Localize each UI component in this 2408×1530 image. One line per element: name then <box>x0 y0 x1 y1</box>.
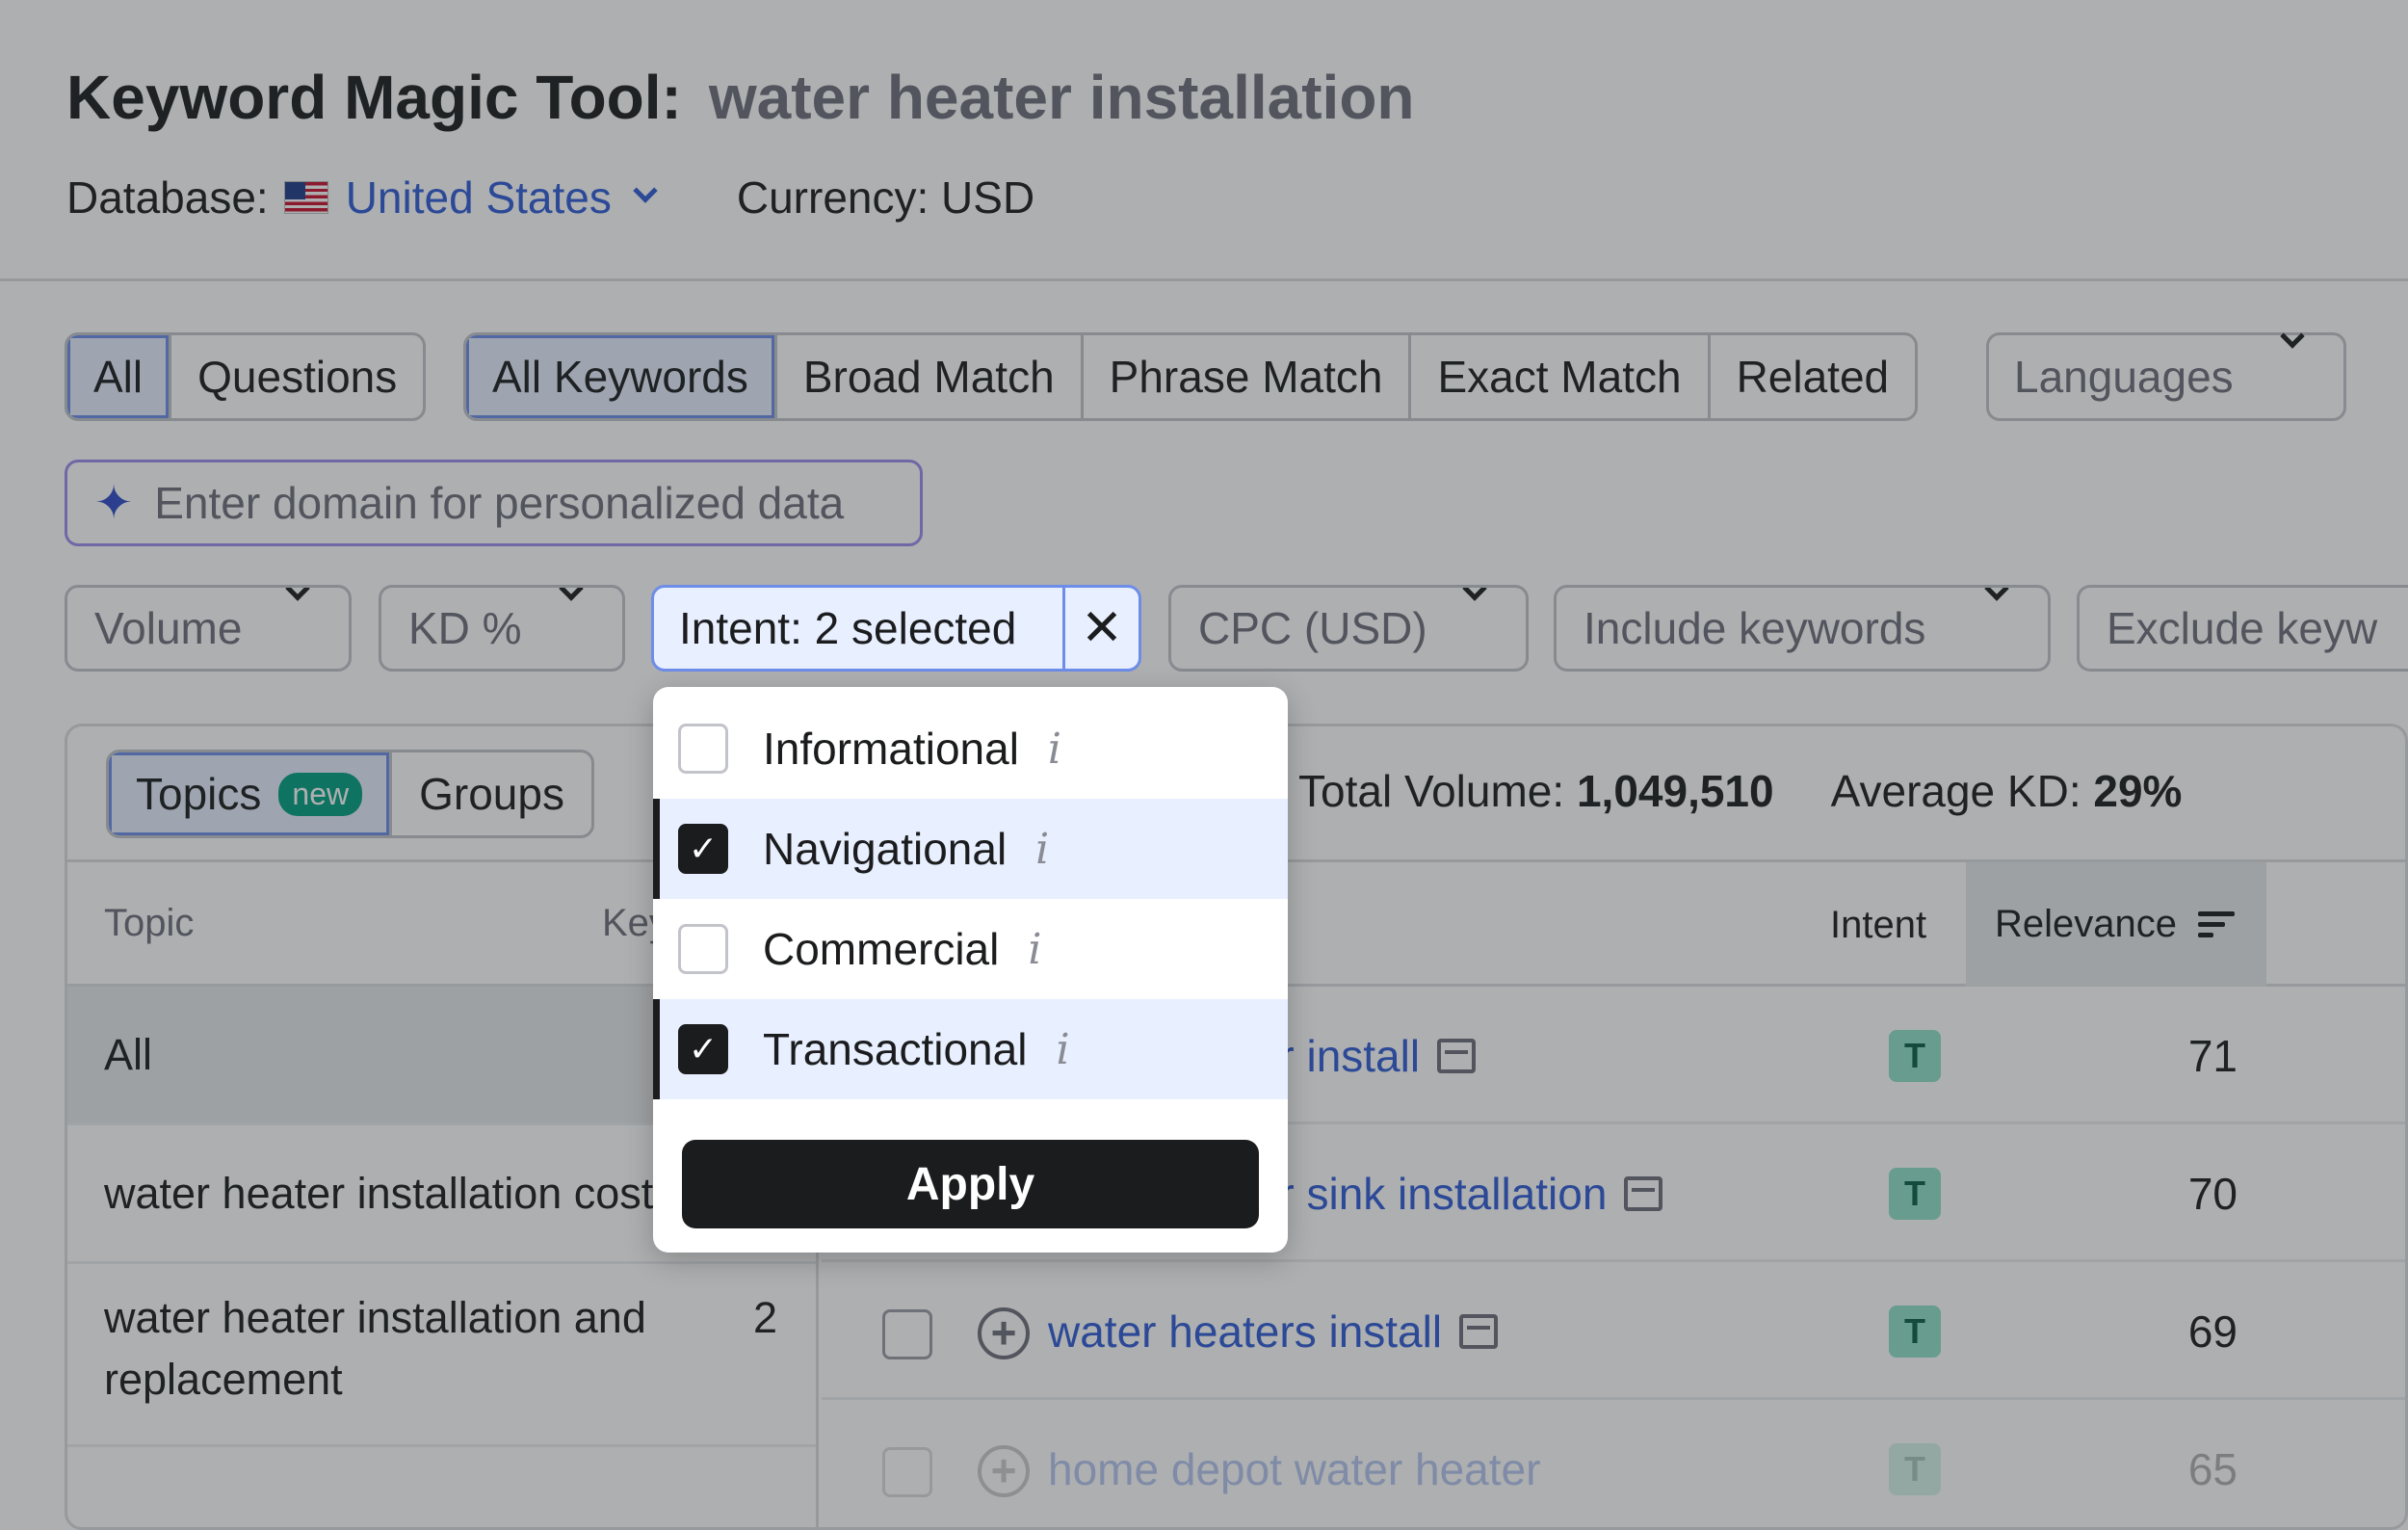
checkbox[interactable] <box>678 924 728 974</box>
option-label: Commercial <box>763 924 1000 974</box>
intent-option-navigational[interactable]: ✓ Navigational i <box>653 799 1288 899</box>
checkbox-checked[interactable]: ✓ <box>678 824 728 874</box>
intent-option-transactional[interactable]: ✓ Transactional i <box>653 999 1288 1099</box>
intent-filter-label[interactable]: Intent: 2 selected <box>654 588 1065 669</box>
checkbox[interactable] <box>678 724 728 774</box>
intent-filter[interactable]: Intent: 2 selected ✕ <box>651 585 1141 672</box>
checkbox-checked[interactable]: ✓ <box>678 1024 728 1074</box>
info-icon[interactable]: i <box>1035 825 1049 874</box>
info-icon[interactable]: i <box>1056 1025 1069 1074</box>
option-label: Informational <box>763 724 1019 774</box>
apply-button[interactable]: Apply <box>682 1140 1259 1228</box>
intent-option-informational[interactable]: Informational i <box>653 699 1288 799</box>
intent-dropdown: Informational i ✓ Navigational i Commerc… <box>653 687 1288 1253</box>
clear-intent-icon[interactable]: ✕ <box>1065 588 1139 669</box>
info-icon[interactable]: i <box>1028 925 1041 974</box>
intent-option-commercial[interactable]: Commercial i <box>653 899 1288 999</box>
option-label: Navigational <box>763 824 1008 874</box>
option-label: Transactional <box>763 1024 1028 1074</box>
info-icon[interactable]: i <box>1048 725 1061 774</box>
